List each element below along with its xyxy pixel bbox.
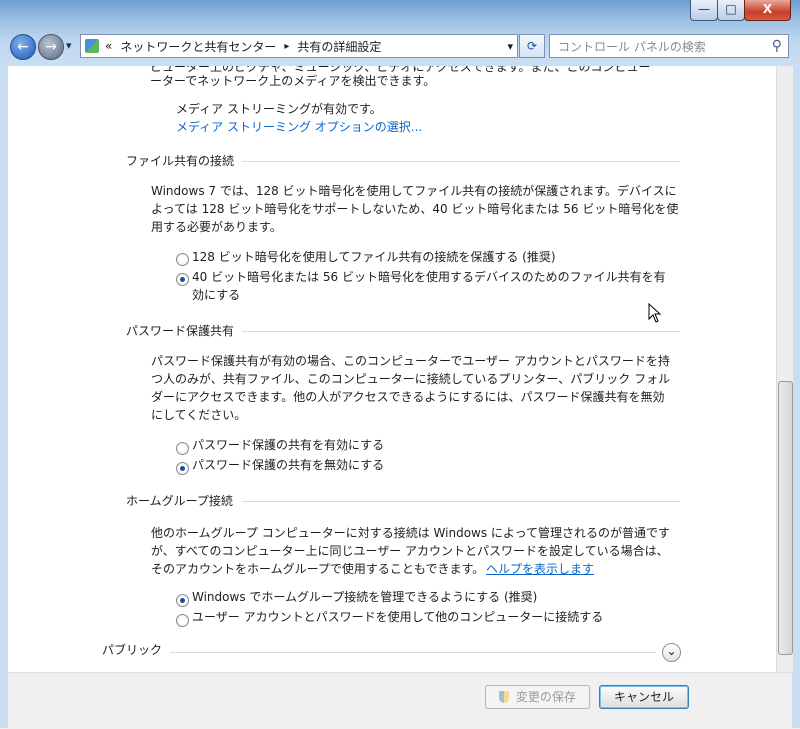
password-desc-line3: ダーにアクセスできます。他の人がアクセスできるようにするには、パスワード保護共有… — [151, 390, 665, 404]
radio-user-accounts-label[interactable]: ユーザー アカウントとパスワードを使用して他のコンピューターに接続する — [192, 608, 603, 626]
homegroup-desc-line2: が、すべてのコンピューター上に同じユーザー アカウントとパスワードを設定している… — [151, 544, 669, 558]
radio-40-56bit-label-line1[interactable]: 40 ビット暗号化または 56 ビット暗号化を使用するデバイスのためのファイル共… — [192, 268, 666, 286]
refresh-button[interactable]: ⟳ — [519, 34, 545, 58]
homegroup-desc-line1: 他のホームグループ コンピューターに対する接続は Windows によって管理さ… — [151, 526, 670, 540]
radio-password-off-label[interactable]: パスワード保護の共有を無効にする — [192, 456, 384, 474]
expand-public-button[interactable]: ⌄ — [662, 643, 681, 662]
minimize-button[interactable]: — — [690, 0, 718, 21]
radio-128bit-encryption[interactable] — [176, 253, 189, 266]
radio-password-on[interactable] — [176, 442, 189, 455]
breadcrumb-advanced-sharing[interactable]: 共有の詳細設定 — [297, 38, 381, 55]
radio-password-off[interactable] — [176, 462, 189, 475]
file-sharing-desc-line1: Windows 7 では、128 ビット暗号化を使用してファイル共有の接続が保護… — [151, 184, 677, 198]
search-input[interactable]: コントロール パネルの検索 — [558, 38, 706, 55]
homegroup-desc-line3: そのアカウントをホームグループで使用することもできます。 — [151, 562, 485, 576]
public-divider — [170, 652, 656, 653]
homegroup-help-link[interactable]: ヘルプを表示します — [486, 560, 594, 578]
cancel-button[interactable]: キャンセル — [599, 685, 689, 709]
media-options-link[interactable]: メディア ストリーミング オプションの選択... — [176, 118, 422, 136]
radio-40-56bit-encryption[interactable] — [176, 273, 189, 286]
media-description-line2: ーターでネットワーク上のメディアを検出できます。 — [150, 74, 436, 88]
chevron-down-icon: ⌄ — [666, 644, 677, 658]
mouse-pointer-icon — [648, 303, 662, 323]
password-desc-line4: にしてください。 — [151, 408, 247, 422]
search-box[interactable]: コントロール パネルの検索 ⚲ — [549, 34, 789, 58]
address-overflow[interactable]: « — [105, 39, 112, 53]
password-desc-line2: つ人のみが、共有ファイル、このコンピューターに接続しているプリンター、パブリック… — [151, 372, 671, 386]
file-sharing-desc-line2: よっては 128 ビット暗号化をサポートしないため、40 ビット暗号化または 5… — [151, 202, 679, 216]
radio-40-56bit-label-line2[interactable]: 効にする — [192, 286, 240, 304]
control-panel-icon — [85, 39, 99, 53]
radio-128bit-label[interactable]: 128 ビット暗号化を使用してファイル共有の接続を保護する (推奨) — [192, 248, 556, 266]
media-status-text: メディア ストリーミングが有効です。 — [176, 102, 382, 116]
scrollbar-thumb[interactable] — [778, 381, 793, 655]
recent-pages-dropdown[interactable]: ▾ — [66, 37, 72, 55]
footer-bar: 変更の保存 キャンセル — [8, 672, 792, 729]
cancel-label: キャンセル — [613, 690, 674, 704]
content-pane: ピューター上のピクチャ、ミュージック、ビデオにアクセスできます。また、このコンピ… — [8, 66, 776, 672]
save-changes-label: 変更の保存 — [515, 690, 576, 704]
address-bar[interactable]: « ネットワークと共有センター ▸ 共有の詳細設定 ▾ — [80, 34, 518, 58]
file-sharing-divider — [242, 161, 680, 162]
window-frame: — □ X ← → ▾ « ネットワークと共有センター ▸ 共有の詳細設定 ▾ … — [0, 0, 800, 729]
homegroup-divider — [242, 501, 680, 502]
shield-icon — [499, 691, 510, 703]
radio-windows-manage[interactable] — [176, 594, 189, 607]
breadcrumb-separator[interactable]: ▸ — [284, 41, 289, 52]
radio-user-accounts[interactable] — [176, 614, 189, 627]
radio-password-on-label[interactable]: パスワード保護の共有を有効にする — [192, 436, 384, 454]
homegroup-heading: ホームグループ接続 — [126, 494, 233, 508]
vertical-scrollbar[interactable] — [776, 66, 793, 672]
file-sharing-desc-line3: 用する必要があります。 — [151, 220, 282, 234]
close-button[interactable]: X — [744, 0, 791, 21]
back-button[interactable]: ← — [10, 34, 36, 60]
breadcrumb-network-center[interactable]: ネットワークと共有センター — [120, 38, 276, 55]
address-dropdown-icon[interactable]: ▾ — [507, 40, 513, 53]
radio-windows-manage-label[interactable]: Windows でホームグループ接続を管理できるようにする (推奨) — [192, 588, 537, 606]
file-sharing-heading: ファイル共有の接続 — [126, 154, 235, 168]
save-changes-button[interactable]: 変更の保存 — [485, 685, 590, 709]
password-desc-line1: パスワード保護共有が有効の場合、このコンピューターでユーザー アカウントとパスワ… — [151, 354, 670, 368]
password-sharing-divider — [242, 331, 680, 332]
maximize-button[interactable]: □ — [717, 0, 745, 21]
public-section-heading[interactable]: パブリック — [102, 641, 162, 659]
refresh-icon: ⟳ — [526, 39, 538, 53]
password-sharing-heading: パスワード保護共有 — [126, 324, 235, 338]
forward-button[interactable]: → — [38, 34, 64, 60]
search-icon[interactable]: ⚲ — [772, 38, 782, 54]
